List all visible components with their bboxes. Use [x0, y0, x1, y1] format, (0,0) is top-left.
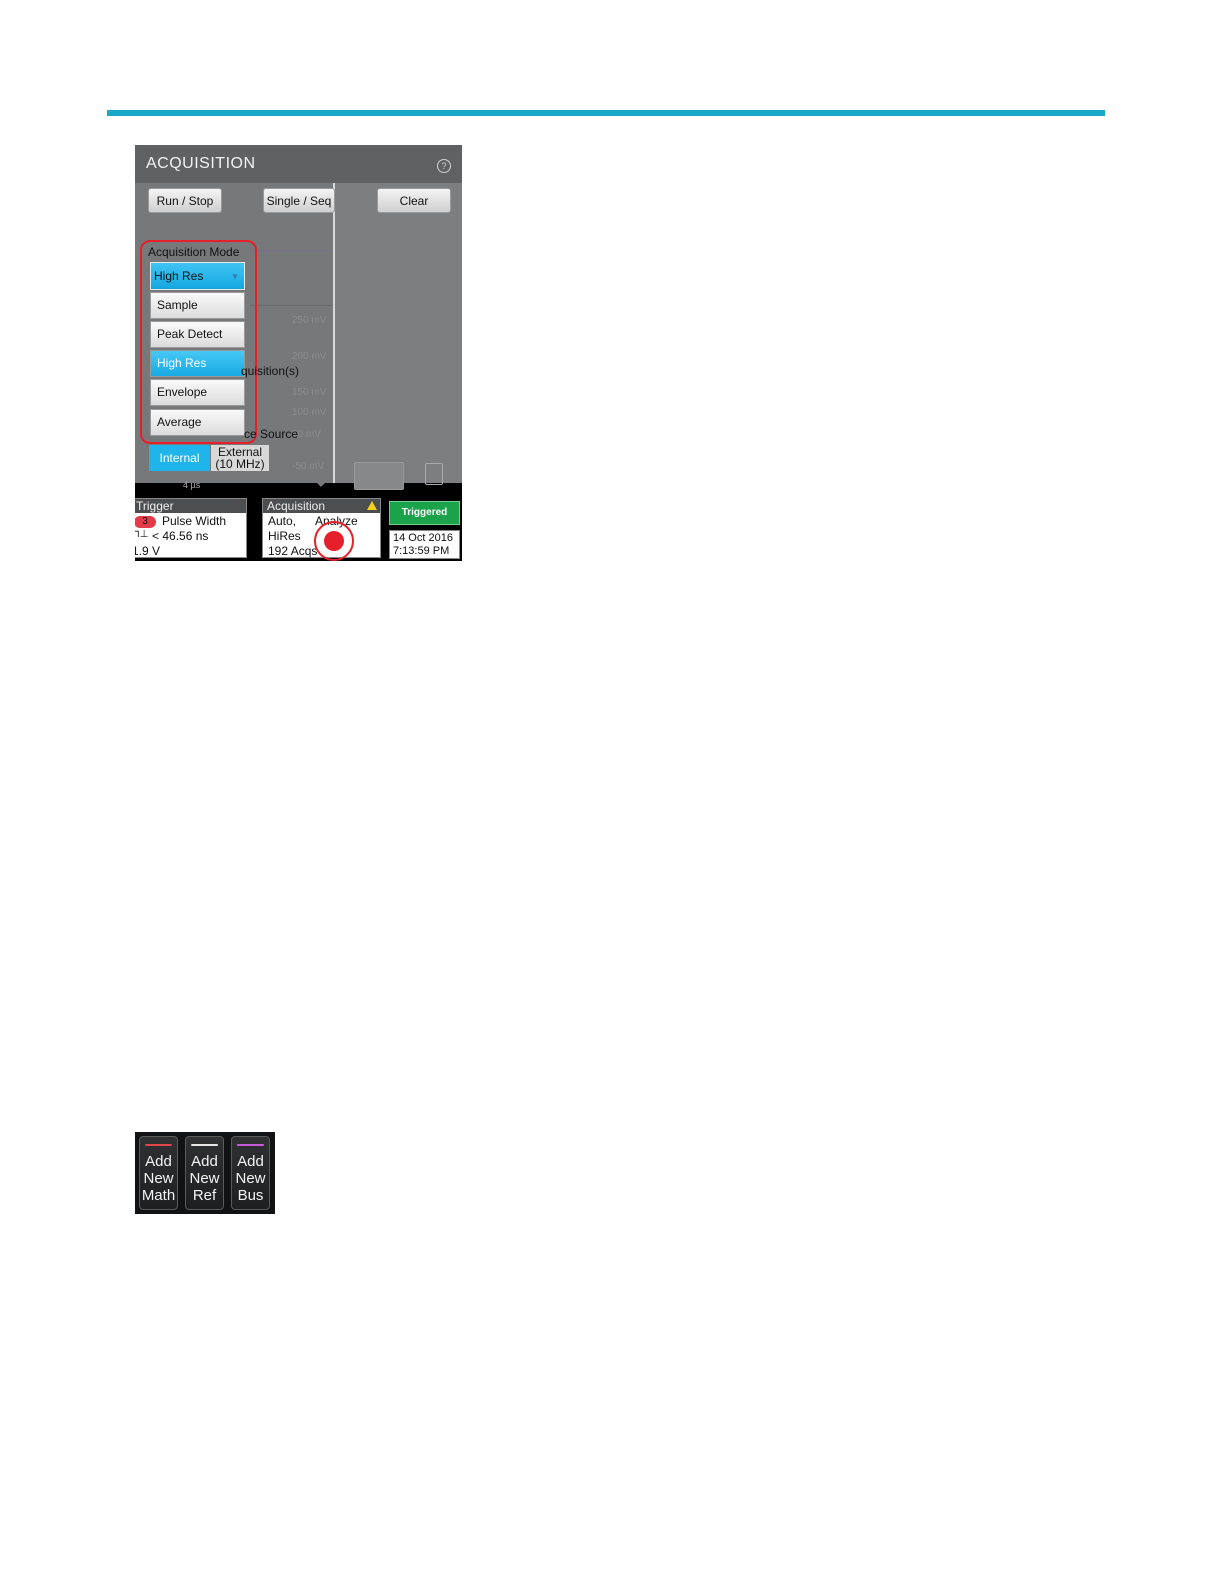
- ghost-scale-label: 200 mV: [292, 351, 327, 362]
- timescale-label: 4 µs: [183, 480, 201, 490]
- pulse-polarity-icon: ⊓⊥: [135, 529, 149, 540]
- panel-title-bar: ACQUISITION ?: [135, 145, 462, 183]
- panel-pointer: [313, 479, 329, 487]
- clear-button[interactable]: Clear: [377, 188, 451, 213]
- highlight-callout: [140, 240, 257, 444]
- ghost-scale-label: 150 mV: [292, 387, 327, 398]
- trigger-status-badge: Triggered: [389, 501, 460, 525]
- trash-icon[interactable]: [425, 463, 443, 485]
- add-new-bus-button[interactable]: Add New Bus: [231, 1136, 270, 1210]
- ghost-gridline: [250, 305, 333, 306]
- ghost-scale-label: 100 mV: [292, 407, 327, 418]
- button-label: Bus: [237, 1187, 264, 1204]
- trigger-type: Pulse Width: [162, 514, 227, 528]
- reference-source-label: ce Source: [244, 427, 299, 441]
- button-label: New: [189, 1170, 220, 1187]
- acquisition-mode-line: Auto,: [268, 514, 297, 528]
- acquisition-badge-title: Acquisition: [263, 499, 380, 513]
- ghost-gridline: [250, 250, 333, 251]
- date-label: 14 Oct 2016: [393, 532, 453, 544]
- button-label: New: [143, 1170, 174, 1187]
- button-label: Ref: [192, 1187, 217, 1204]
- button-label: Add: [145, 1153, 172, 1170]
- time-label: 7:13:59 PM: [393, 545, 450, 557]
- trigger-badge[interactable]: Trigger 3 Pulse Width ⊓⊥ < 46.56 ns 1.9 …: [135, 498, 247, 558]
- bus-color-stripe: [237, 1144, 264, 1146]
- ref-source-external-button[interactable]: External (10 MHz): [211, 445, 269, 471]
- date-time-badge[interactable]: 14 Oct 2016 7:13:59 PM: [389, 530, 460, 559]
- ref-source-internal-button[interactable]: Internal: [149, 445, 210, 471]
- help-icon[interactable]: ?: [437, 159, 451, 173]
- add-new-math-button[interactable]: Add New Math: [139, 1136, 178, 1210]
- add-new-ref-button[interactable]: Add New Ref: [185, 1136, 224, 1210]
- acquisition-count: 192 Acqs: [268, 544, 318, 558]
- ghost-scale-label: -50 mV: [292, 461, 325, 472]
- add-new-buttons-screenshot: Add New Math Add New Ref Add New Bus: [135, 1132, 275, 1214]
- acquisition-resolution: HiRes: [268, 529, 301, 543]
- button-label: Math: [141, 1187, 176, 1204]
- panel-title: ACQUISITION: [146, 155, 256, 172]
- record-indicator-icon: [324, 531, 344, 551]
- acquisitions-label: quisition(s): [241, 364, 300, 378]
- zoom-button[interactable]: [354, 462, 404, 490]
- trigger-channel-badge: 3: [135, 516, 156, 528]
- ref-source-external-freq: (10 MHz): [215, 457, 265, 471]
- run-stop-button[interactable]: Run / Stop: [148, 188, 222, 213]
- trigger-condition: < 46.56 ns: [152, 529, 209, 543]
- trigger-level: 1.9 V: [135, 544, 161, 558]
- ref-color-stripe: [191, 1144, 218, 1146]
- math-color-stripe: [145, 1144, 172, 1146]
- button-label: Add: [191, 1153, 218, 1170]
- header-rule: [107, 110, 1105, 116]
- warning-icon: [367, 501, 377, 510]
- single-seq-button[interactable]: Single / Seq: [263, 188, 335, 213]
- ghost-scale-label: 250 mV: [292, 315, 327, 326]
- acquisition-screenshot: 250 mV 200 mV 150 mV 100 mV 50 mV -50 mV…: [135, 145, 462, 561]
- trigger-badge-title: Trigger: [135, 499, 246, 513]
- button-label: New: [235, 1170, 266, 1187]
- button-label: Add: [237, 1153, 264, 1170]
- acquisition-panel: 250 mV 200 mV 150 mV 100 mV 50 mV -50 mV…: [135, 145, 462, 490]
